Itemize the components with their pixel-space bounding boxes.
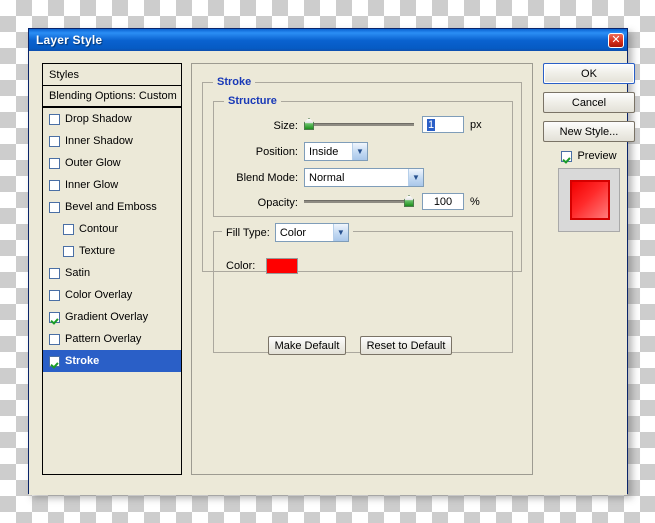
styles-list-item[interactable]: Pattern Overlay xyxy=(43,328,181,350)
fill-type-label: Fill Type: xyxy=(226,226,270,239)
ok-button[interactable]: OK xyxy=(543,63,635,84)
size-unit-label: px xyxy=(470,119,482,131)
opacity-input[interactable]: 100 xyxy=(422,193,464,210)
window-title: Layer Style xyxy=(36,33,103,47)
cancel-button[interactable]: Cancel xyxy=(543,92,635,113)
styles-list-item[interactable]: Gradient Overlay xyxy=(43,306,181,328)
stroke-group-legend: Stroke xyxy=(213,76,256,88)
opacity-value: 100 xyxy=(433,195,453,208)
effect-checkbox[interactable] xyxy=(49,267,60,279)
size-value: 1 xyxy=(427,118,436,131)
blend-mode-label: Blend Mode: xyxy=(236,172,298,184)
effect-checkbox[interactable] xyxy=(49,311,60,323)
size-slider-thumb[interactable] xyxy=(304,118,314,130)
size-label: Size: xyxy=(273,120,298,132)
close-icon[interactable]: ✕ xyxy=(608,32,624,48)
styles-list-item-label: Satin xyxy=(65,267,91,279)
styles-list-item-label: Pattern Overlay xyxy=(65,333,142,345)
preview-toggle[interactable]: Preview xyxy=(543,150,635,162)
color-label: Color: xyxy=(226,260,256,272)
dialog-actions: OK Cancel New Style... Preview xyxy=(543,63,635,232)
stroke-group: Stroke Structure Size: 1 px Position: In… xyxy=(202,76,522,353)
styles-list-item-label: Texture xyxy=(79,245,116,257)
styles-list-item[interactable]: Bevel and Emboss xyxy=(43,196,181,218)
effect-checkbox[interactable] xyxy=(49,289,60,301)
styles-list-panel: Styles Blending Options: Custom Drop Sha… xyxy=(42,63,182,475)
styles-list-item[interactable]: Satin xyxy=(43,262,181,284)
styles-list-item-label: Outer Glow xyxy=(65,157,121,169)
styles-list-item[interactable]: Contour xyxy=(43,218,181,240)
styles-header-row[interactable]: Styles xyxy=(43,64,181,86)
effect-checkbox[interactable] xyxy=(49,113,60,125)
size-slider-track xyxy=(304,123,414,126)
reset-to-default-button[interactable]: Reset to Default xyxy=(360,336,452,355)
preview-swatch-shape xyxy=(570,180,610,220)
effects-list: Drop Shadow Inner Shadow Outer Glow Inner G… xyxy=(43,108,181,372)
blend-mode-value: Normal xyxy=(309,171,345,184)
new-style-button[interactable]: New Style... xyxy=(543,121,635,142)
blending-options-row[interactable]: Blending Options: Custom xyxy=(43,86,181,108)
opacity-unit-label: % xyxy=(470,196,480,208)
effect-checkbox[interactable] xyxy=(63,245,74,257)
structure-group: Structure Size: 1 px Position: Inside ▼ … xyxy=(213,95,513,217)
styles-header-label: Styles xyxy=(49,68,79,81)
preview-label: Preview xyxy=(577,150,617,162)
styles-list-item[interactable]: Inner Shadow xyxy=(43,130,181,152)
structure-group-legend: Structure xyxy=(224,95,281,107)
styles-list-item[interactable]: Texture xyxy=(43,240,181,262)
effect-checkbox[interactable] xyxy=(49,157,60,169)
effect-checkbox[interactable] xyxy=(49,179,60,191)
effect-checkbox[interactable] xyxy=(49,355,60,367)
position-select[interactable]: Inside ▼ xyxy=(304,142,368,161)
effect-settings-panel: Stroke Structure Size: 1 px Position: In… xyxy=(191,63,533,475)
size-input[interactable]: 1 xyxy=(422,116,464,133)
position-label: Position: xyxy=(255,146,298,158)
fill-type-group: Fill Type: Color ▼ Color: xyxy=(213,223,513,353)
opacity-label: Opacity: xyxy=(257,197,298,209)
styles-list-item[interactable]: Color Overlay xyxy=(43,284,181,306)
styles-list-item-label: Inner Glow xyxy=(65,179,119,191)
styles-list-item-label: Inner Shadow xyxy=(65,135,133,147)
blend-mode-select[interactable]: Normal ▼ xyxy=(304,168,424,187)
effect-checkbox[interactable] xyxy=(49,135,60,147)
styles-list-item[interactable]: Stroke xyxy=(43,350,181,372)
dialog-body: Styles Blending Options: Custom Drop Sha… xyxy=(29,51,635,495)
opacity-slider-track xyxy=(304,200,414,203)
styles-list-item[interactable]: Inner Glow xyxy=(43,174,181,196)
styles-list-item-label: Gradient Overlay xyxy=(65,311,149,323)
chevron-down-icon[interactable]: ▼ xyxy=(352,143,367,160)
styles-list-item-label: Drop Shadow xyxy=(65,113,132,125)
styles-list-item-label: Stroke xyxy=(65,355,100,367)
preview-thumbnail xyxy=(558,168,620,232)
styles-list-item[interactable]: Outer Glow xyxy=(43,152,181,174)
styles-list-item-label: Contour xyxy=(79,223,119,235)
styles-list-item-label: Bevel and Emboss xyxy=(65,201,157,213)
chevron-down-icon[interactable]: ▼ xyxy=(408,169,423,186)
make-default-button[interactable]: Make Default xyxy=(268,336,346,355)
title-bar[interactable]: Layer Style ✕ xyxy=(29,29,627,51)
fill-type-select[interactable]: Color ▼ xyxy=(274,223,349,242)
effect-checkbox[interactable] xyxy=(49,333,60,345)
chevron-down-icon[interactable]: ▼ xyxy=(332,224,348,241)
layer-style-dialog: Layer Style ✕ Styles Blending Options: C… xyxy=(28,28,635,495)
preview-checkbox[interactable] xyxy=(561,150,573,162)
blending-options-label: Blending Options: Custom xyxy=(49,90,177,102)
effect-checkbox[interactable] xyxy=(49,201,60,213)
size-slider[interactable] xyxy=(304,118,414,130)
styles-list-item[interactable]: Drop Shadow xyxy=(43,108,181,130)
position-value: Inside xyxy=(309,145,339,158)
effect-checkbox[interactable] xyxy=(63,223,74,235)
fill-type-value: Color xyxy=(279,226,307,239)
styles-list-item-label: Color Overlay xyxy=(65,289,133,301)
opacity-slider[interactable] xyxy=(304,195,414,207)
color-swatch[interactable] xyxy=(266,258,298,274)
opacity-slider-thumb[interactable] xyxy=(404,195,414,207)
fill-type-legend-area: Fill Type: Color ▼ xyxy=(222,223,353,242)
